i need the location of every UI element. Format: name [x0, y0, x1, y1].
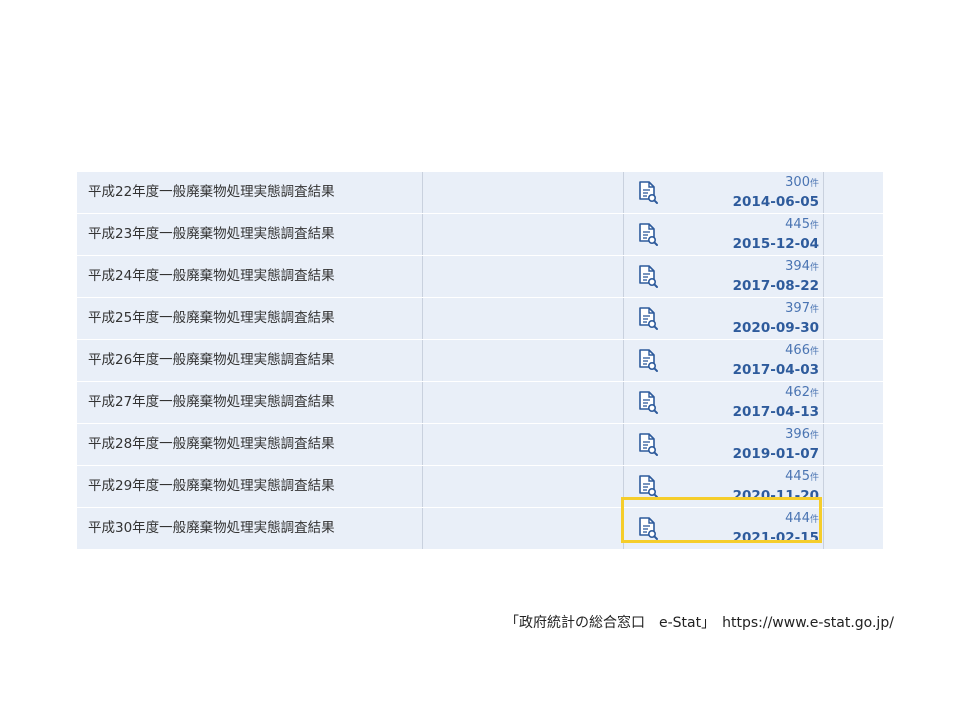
- count-unit: 件: [809, 389, 819, 399]
- survey-title[interactable]: 平成28年度一般廃棄物処理実態調査結果: [88, 424, 335, 465]
- document-search-icon[interactable]: [635, 264, 661, 290]
- update-date[interactable]: 2017-04-13: [733, 403, 819, 421]
- table-row: 平成24年度一般廃棄物処理実態調査結果 394件 2017-08-22: [77, 256, 883, 298]
- column-divider: [823, 172, 824, 213]
- column-divider: [422, 466, 423, 507]
- update-date[interactable]: 2017-08-22: [733, 277, 819, 295]
- column-divider: [623, 298, 624, 339]
- count-unit: 件: [809, 347, 819, 357]
- column-divider: [823, 340, 824, 381]
- record-count: 394件: [785, 259, 819, 274]
- update-date[interactable]: 2017-04-03: [733, 361, 819, 379]
- survey-title[interactable]: 平成25年度一般廃棄物処理実態調査結果: [88, 298, 335, 339]
- column-divider: [623, 256, 624, 297]
- column-divider: [823, 214, 824, 255]
- document-search-icon[interactable]: [635, 432, 661, 458]
- column-divider: [422, 508, 423, 549]
- count-unit: 件: [809, 221, 819, 231]
- column-divider: [623, 214, 624, 255]
- column-divider: [422, 424, 423, 465]
- column-divider: [422, 298, 423, 339]
- column-divider: [422, 214, 423, 255]
- table-row: 平成28年度一般廃棄物処理実態調査結果 396件 2019-01-07: [77, 424, 883, 466]
- count-unit: 件: [809, 305, 819, 315]
- update-date[interactable]: 2014-06-05: [733, 193, 819, 211]
- survey-title[interactable]: 平成22年度一般廃棄物処理実態調査結果: [88, 172, 335, 213]
- table-row: 平成23年度一般廃棄物処理実態調査結果 445件 2015-12-04: [77, 214, 883, 256]
- column-divider: [823, 256, 824, 297]
- document-search-icon[interactable]: [635, 348, 661, 374]
- survey-title[interactable]: 平成29年度一般廃棄物処理実態調査結果: [88, 466, 335, 507]
- column-divider: [623, 172, 624, 213]
- record-count: 445件: [785, 217, 819, 232]
- column-divider: [623, 382, 624, 423]
- column-divider: [823, 424, 824, 465]
- record-count: 462件: [785, 385, 819, 400]
- count-unit: 件: [809, 431, 819, 441]
- column-divider: [623, 340, 624, 381]
- survey-results-table: 平成22年度一般廃棄物処理実態調査結果 300件 2014-06-05 平成23年度一…: [77, 172, 883, 550]
- count-unit: 件: [809, 473, 819, 483]
- update-date[interactable]: 2020-09-30: [733, 319, 819, 337]
- column-divider: [623, 424, 624, 465]
- column-divider: [422, 172, 423, 213]
- table-row: 平成26年度一般廃棄物処理実態調査結果 466件 2017-04-03: [77, 340, 883, 382]
- source-caption: 「政府統計の総合窓口 e-Stat」 https://www.e-stat.go…: [505, 615, 894, 631]
- survey-title[interactable]: 平成26年度一般廃棄物処理実態調査結果: [88, 340, 335, 381]
- column-divider: [823, 466, 824, 507]
- survey-title[interactable]: 平成23年度一般廃棄物処理実態調査結果: [88, 214, 335, 255]
- column-divider: [422, 382, 423, 423]
- record-count: 300件: [785, 175, 819, 190]
- document-search-icon[interactable]: [635, 180, 661, 206]
- table-row: 平成22年度一般廃棄物処理実態調査結果 300件 2014-06-05: [77, 172, 883, 214]
- update-date[interactable]: 2019-01-07: [733, 445, 819, 463]
- table-row: 平成27年度一般廃棄物処理実態調査結果 462件 2017-04-13: [77, 382, 883, 424]
- column-divider: [823, 382, 824, 423]
- record-count: 396件: [785, 427, 819, 442]
- survey-title[interactable]: 平成24年度一般廃棄物処理実態調査結果: [88, 256, 335, 297]
- record-count: 397件: [785, 301, 819, 316]
- record-count: 445件: [785, 469, 819, 484]
- column-divider: [422, 256, 423, 297]
- document-search-icon[interactable]: [635, 390, 661, 416]
- count-unit: 件: [809, 179, 819, 189]
- document-search-icon[interactable]: [635, 306, 661, 332]
- column-divider: [823, 508, 824, 549]
- survey-title[interactable]: 平成27年度一般廃棄物処理実態調査結果: [88, 382, 335, 423]
- count-unit: 件: [809, 263, 819, 273]
- record-count: 466件: [785, 343, 819, 358]
- table-row: 平成25年度一般廃棄物処理実態調査結果 397件 2020-09-30: [77, 298, 883, 340]
- column-divider: [823, 298, 824, 339]
- highlight-box: [621, 497, 822, 543]
- survey-title[interactable]: 平成30年度一般廃棄物処理実態調査結果: [88, 508, 335, 549]
- update-date[interactable]: 2015-12-04: [733, 235, 819, 253]
- document-search-icon[interactable]: [635, 222, 661, 248]
- column-divider: [422, 340, 423, 381]
